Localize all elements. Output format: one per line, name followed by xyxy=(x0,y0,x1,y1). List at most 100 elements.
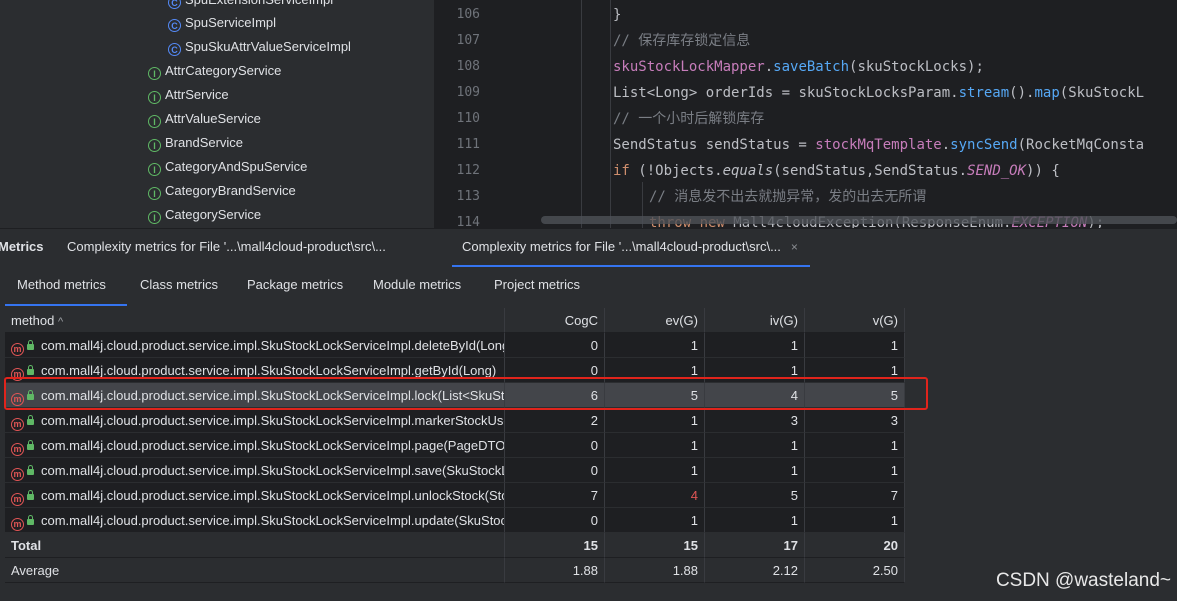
tree-item[interactable]: I AttrValueService xyxy=(148,107,261,131)
ev-cell: 1 xyxy=(605,433,705,458)
v-cell: 1 xyxy=(805,458,905,483)
table-row[interactable]: m com.mall4j.cloud.product.service.impl.S… xyxy=(5,433,905,458)
tree-item-label: AttrValueService xyxy=(165,111,261,126)
code-editor[interactable]: 106 107 108 109 110 111 112 113 114 } //… xyxy=(434,0,1177,228)
public-access-icon xyxy=(27,490,34,500)
indent-guide xyxy=(581,0,582,228)
close-icon[interactable]: × xyxy=(791,240,798,254)
column-header-ev[interactable]: ev(G) xyxy=(605,308,705,333)
table-row[interactable]: m com.mall4j.cloud.product.service.impl.S… xyxy=(5,333,905,358)
table-row[interactable]: m com.mall4j.cloud.product.service.impl.S… xyxy=(5,458,905,483)
iv-cell: 1 xyxy=(705,508,805,533)
cogc-cell: 0 xyxy=(505,333,605,358)
method-name: com.mall4j.cloud.product.service.impl.Sk… xyxy=(41,413,504,428)
public-access-icon xyxy=(27,465,34,475)
interface-icon: I xyxy=(148,91,161,104)
total-iv: 17 xyxy=(705,533,805,558)
v-cell: 7 xyxy=(805,483,905,508)
tree-item[interactable]: C SpuSkuAttrValueServiceImpl xyxy=(168,35,351,59)
tab-label: Complexity metrics for File '...\mall4cl… xyxy=(462,239,781,254)
ev-cell: 5 xyxy=(605,383,705,408)
table-row[interactable]: m com.mall4j.cloud.product.service.impl.S… xyxy=(5,383,905,408)
line-number: 108 xyxy=(456,59,480,74)
ev-cell: 1 xyxy=(605,333,705,358)
tree-item[interactable]: I CategoryBrandService xyxy=(148,179,296,203)
method-metrics-table: method ^ CogC ev(G) iv(G) v(G) m com.mall… xyxy=(5,308,905,583)
tree-item-label: SpuServiceImpl xyxy=(185,15,277,30)
method-name: com.mall4j.cloud.product.service.impl.Sk… xyxy=(41,488,505,503)
method-cell: m com.mall4j.cloud.product.service.impl.S… xyxy=(5,333,505,358)
tree-item[interactable]: I BrandService xyxy=(148,131,243,155)
tab-module-metrics[interactable]: Module metrics xyxy=(373,266,461,306)
average-cogc: 1.88 xyxy=(505,558,605,583)
method-name: com.mall4j.cloud.product.service.impl.Sk… xyxy=(41,363,497,378)
column-header-iv[interactable]: iv(G) xyxy=(705,308,805,333)
code-line-113: // 消息发不出去就抛异常，发的出去无所谓 xyxy=(649,189,927,205)
code-line-106: } xyxy=(613,7,622,23)
code-line-109: List<Long> orderIds = skuStockLocksParam… xyxy=(613,85,1145,101)
tool-window-title: Metrics xyxy=(0,239,44,254)
v-cell: 3 xyxy=(805,408,905,433)
tree-item-label: CategoryBrandService xyxy=(165,183,296,198)
horizontal-scrollbar[interactable] xyxy=(541,216,1177,224)
tab-complexity-metrics-2[interactable]: Complexity metrics for File '...\mall4cl… xyxy=(452,229,810,267)
v-cell: 1 xyxy=(805,358,905,383)
project-tree: CSpuExtensionServiceImplCSpuServiceImplC… xyxy=(0,0,434,228)
cogc-cell: 0 xyxy=(505,458,605,483)
tab-complexity-metrics-1[interactable]: Complexity metrics for File '...\mall4cl… xyxy=(67,229,386,267)
cogc-cell: 0 xyxy=(505,358,605,383)
average-label: Average xyxy=(5,558,505,583)
class-icon: C xyxy=(168,19,181,32)
table-average-row[interactable]: Average 1.88 1.88 2.12 2.50 xyxy=(5,558,905,583)
column-header-method[interactable]: method ^ xyxy=(5,308,505,333)
tree-item[interactable]: I CategoryAndSpuService xyxy=(148,155,307,179)
column-header-v[interactable]: v(G) xyxy=(805,308,905,333)
metrics-tool-window: Metrics Complexity metrics for File '...… xyxy=(0,228,1177,601)
method-icon: m xyxy=(11,468,24,481)
iv-cell: 5 xyxy=(705,483,805,508)
cogc-cell: 0 xyxy=(505,433,605,458)
v-cell: 1 xyxy=(805,333,905,358)
table-row[interactable]: m com.mall4j.cloud.product.service.impl.S… xyxy=(5,508,905,533)
public-access-icon xyxy=(27,390,34,400)
method-icon: m xyxy=(11,343,24,356)
interface-icon: I xyxy=(148,115,161,128)
public-access-icon xyxy=(27,415,34,425)
total-ev: 15 xyxy=(605,533,705,558)
method-cell: m com.mall4j.cloud.product.service.impl.S… xyxy=(5,408,505,433)
line-number: 111 xyxy=(456,137,480,152)
line-number: 107 xyxy=(456,33,480,48)
line-number: 113 xyxy=(456,189,480,204)
class-icon: C xyxy=(168,0,181,9)
tree-item-label: SpuSkuAttrValueServiceImpl xyxy=(185,39,351,54)
tree-item-label: BrandService xyxy=(165,135,244,150)
average-iv: 2.12 xyxy=(705,558,805,583)
tab-class-metrics[interactable]: Class metrics xyxy=(140,266,218,306)
tree-item[interactable]: I AttrService xyxy=(148,83,229,107)
table-row[interactable]: m com.mall4j.cloud.product.service.impl.S… xyxy=(5,483,905,508)
table-total-row[interactable]: Total 15 15 17 20 xyxy=(5,533,905,558)
tab-method-metrics[interactable]: Method metrics xyxy=(5,266,127,306)
method-name: com.mall4j.cloud.product.service.impl.Sk… xyxy=(41,388,505,403)
line-number: 110 xyxy=(456,111,480,126)
method-cell: m com.mall4j.cloud.product.service.impl.S… xyxy=(5,508,505,533)
ev-cell: 4 xyxy=(605,483,705,508)
total-v: 20 xyxy=(805,533,905,558)
method-cell: m com.mall4j.cloud.product.service.impl.S… xyxy=(5,358,505,383)
tree-item-label: CategoryAndSpuService xyxy=(165,159,308,174)
table-row[interactable]: m com.mall4j.cloud.product.service.impl.S… xyxy=(5,408,905,433)
iv-cell: 1 xyxy=(705,333,805,358)
iv-cell: 1 xyxy=(705,458,805,483)
code-line-112: if (!Objects.equals(sendStatus,SendStatu… xyxy=(613,163,1060,179)
method-name: com.mall4j.cloud.product.service.impl.Sk… xyxy=(41,513,505,528)
table-row[interactable]: m com.mall4j.cloud.product.service.impl.S… xyxy=(5,358,905,383)
public-access-icon xyxy=(27,440,34,450)
method-icon: m xyxy=(11,418,24,431)
tree-item[interactable]: I AttrCategoryService xyxy=(148,59,281,83)
column-header-cogc[interactable]: CogC xyxy=(505,308,605,333)
tree-item[interactable]: C SpuServiceImpl xyxy=(168,11,276,35)
tree-item[interactable]: I CategoryService xyxy=(148,203,261,227)
tab-project-metrics[interactable]: Project metrics xyxy=(494,266,580,306)
tab-package-metrics[interactable]: Package metrics xyxy=(247,266,343,306)
method-name: com.mall4j.cloud.product.service.impl.Sk… xyxy=(41,463,505,478)
